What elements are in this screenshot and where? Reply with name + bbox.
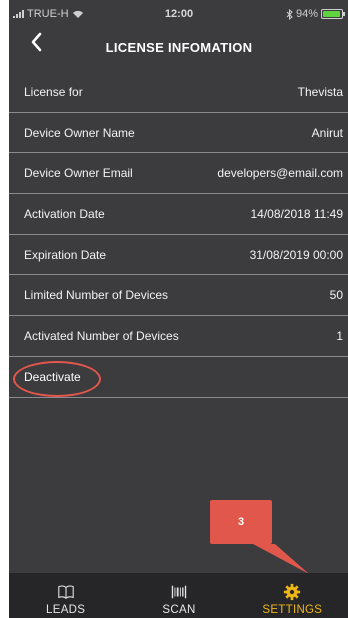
info-value: 31/08/2019 00:00 [249, 247, 343, 262]
book-icon [57, 582, 75, 602]
status-bar: TRUE-H 12:00 94% [9, 0, 348, 28]
info-row-activation-date: Activation Date 14/08/2018 11:49 [9, 194, 348, 235]
info-row-expiration-date: Expiration Date 31/08/2019 00:00 [9, 235, 348, 276]
info-row-activated-devices: Activated Number of Devices 1 [9, 316, 348, 357]
info-value: 14/08/2018 11:49 [250, 206, 343, 221]
page-title: LICENSE INFOMATION [105, 40, 253, 55]
info-label: License for [24, 84, 83, 99]
info-value: Anirut [311, 125, 343, 140]
info-label: Expiration Date [24, 247, 107, 262]
tab-settings[interactable]: SETTINGS [236, 573, 348, 618]
info-label: Limited Number of Devices [24, 288, 169, 303]
info-label: Device Owner Name [24, 125, 135, 140]
info-label: Activation Date [24, 206, 105, 221]
highlight-annotation [13, 361, 101, 397]
info-row-license-for: License for Thevista [9, 72, 348, 113]
info-value: developers@email.com [217, 166, 343, 181]
battery-fill [323, 11, 340, 17]
tab-label: LEADS [46, 604, 86, 616]
info-label: Activated Number of Devices [24, 328, 179, 343]
battery-icon [321, 9, 345, 19]
tab-bar: LEADS SCAN SETTINGS [9, 573, 348, 618]
info-row-device-owner-email: Device Owner Email developers@email.com [9, 153, 348, 195]
tab-label: SETTINGS [262, 604, 323, 616]
navigation-bar: LICENSE INFOMATION [9, 28, 348, 70]
battery-percent: 94% [295, 8, 318, 20]
bluetooth-icon [286, 8, 293, 20]
callout-pointer [253, 544, 309, 574]
barcode-icon [170, 582, 188, 602]
gear-icon [283, 582, 301, 602]
tab-leads[interactable]: LEADS [9, 573, 122, 618]
phone-screen: TRUE-H 12:00 94% LICENSE INFOMATION Lice… [9, 0, 348, 618]
info-value: 1 [336, 328, 343, 343]
callout-number: 3 [237, 516, 245, 528]
license-info-list: License for Thevista Device Owner Name A… [9, 72, 348, 398]
info-label: Device Owner Email [24, 166, 133, 181]
step-callout: 3 [210, 500, 272, 544]
info-row-device-owner-name: Device Owner Name Anirut [9, 113, 348, 154]
tab-label: SCAN [162, 604, 196, 616]
info-row-limited-devices: Limited Number of Devices 50 [9, 275, 348, 317]
tab-scan[interactable]: SCAN [122, 573, 235, 618]
info-value: Thevista [297, 84, 343, 99]
info-value: 50 [329, 288, 343, 303]
status-right-group: 94% [286, 8, 345, 20]
